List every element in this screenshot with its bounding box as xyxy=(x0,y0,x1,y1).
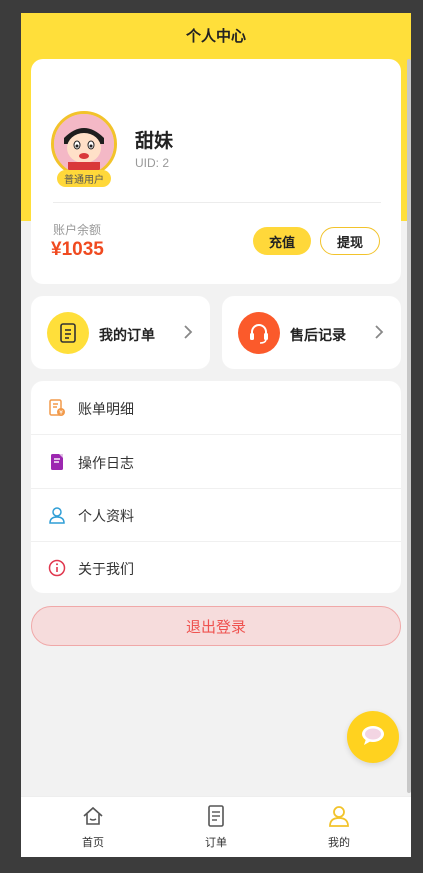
profile-card: 普通用户 甜妹 UID: 2 账户余额 ¥1035 充值 提现 xyxy=(31,59,401,284)
order-list-icon xyxy=(204,804,228,828)
chevron-right-icon xyxy=(181,322,195,342)
after-sales-card[interactable]: 售后记录 xyxy=(222,296,401,369)
chevron-right-icon xyxy=(372,322,386,342)
divider xyxy=(53,202,381,203)
bill-icon: ¥ xyxy=(47,398,67,418)
headset-icon xyxy=(238,312,280,354)
menu-item-about-us[interactable]: 关于我们 xyxy=(31,541,401,594)
tab-mine[interactable]: 我的 xyxy=(274,797,404,857)
tab-home[interactable]: 首页 xyxy=(28,797,158,857)
my-orders-card[interactable]: 我的订单 xyxy=(31,296,210,369)
svg-text:¥: ¥ xyxy=(59,410,63,417)
tab-label: 订单 xyxy=(205,837,227,849)
bottom-tab-bar: 首页 订单 我的 xyxy=(21,796,411,857)
menu-item-bill-details[interactable]: ¥ 账单明细 xyxy=(31,381,401,434)
menu-list: ¥ 账单明细 操作日志 个人资料 关于我们 xyxy=(31,381,401,593)
info-icon xyxy=(47,558,67,578)
menu-label: 关于我们 xyxy=(78,561,134,577)
withdraw-button[interactable]: 提现 xyxy=(320,227,380,255)
after-sales-label: 售后记录 xyxy=(290,327,346,343)
balance-value: ¥1035 xyxy=(51,239,104,260)
avatar[interactable] xyxy=(51,111,117,177)
chat-bubble-icon xyxy=(360,724,386,751)
menu-label: 操作日志 xyxy=(78,455,134,471)
home-icon xyxy=(81,804,105,828)
user-id: UID: 2 xyxy=(135,156,170,170)
menu-label: 个人资料 xyxy=(78,508,134,524)
balance-label: 账户余额 xyxy=(53,223,102,237)
logout-button[interactable]: 退出登录 xyxy=(31,606,401,646)
log-book-icon xyxy=(47,452,67,472)
my-orders-label: 我的订单 xyxy=(99,327,155,343)
scrollbar[interactable] xyxy=(407,59,411,793)
chat-button[interactable] xyxy=(347,711,399,763)
tab-label: 首页 xyxy=(82,837,104,849)
user-icon xyxy=(327,804,351,828)
tab-orders[interactable]: 订单 xyxy=(151,797,281,857)
menu-label: 账单明细 xyxy=(78,401,134,417)
order-document-icon xyxy=(47,312,89,354)
menu-item-operation-log[interactable]: 操作日志 xyxy=(31,435,401,488)
tab-label: 我的 xyxy=(328,837,350,849)
page-title: 个人中心 xyxy=(185,27,246,45)
app-screen: 个人中心 普通用户 甜妹 UID: 2 账户余额 ¥1035 充值 提现 我的订… xyxy=(21,13,411,857)
menu-item-profile[interactable]: 个人资料 xyxy=(31,488,401,541)
level-badge: 普通用户 xyxy=(57,170,111,187)
recharge-button[interactable]: 充值 xyxy=(253,227,311,255)
user-profile-icon xyxy=(47,505,67,525)
user-name: 甜妹 xyxy=(135,131,174,152)
